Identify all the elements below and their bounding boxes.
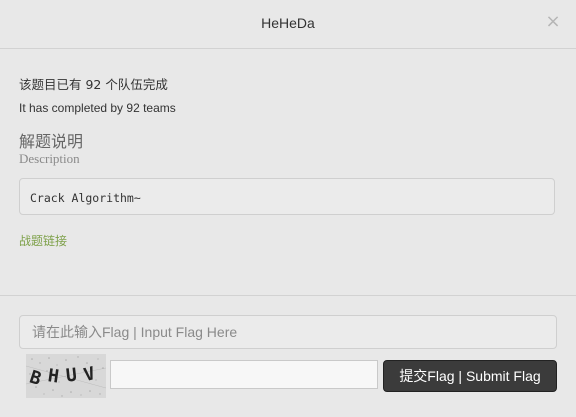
close-icon[interactable]: ×	[544, 13, 562, 31]
captcha-input[interactable]	[110, 360, 378, 389]
solved-count-en: It has completed by 92 teams	[19, 101, 176, 115]
challenge-modal: HeHeDa × 该题目已有 92 个队伍完成 It has completed…	[0, 0, 576, 417]
description-heading-cn: 解题说明	[19, 132, 84, 151]
description-body: Crack Algorithm~	[30, 191, 141, 205]
captcha-image[interactable]: B H U V	[26, 354, 106, 398]
modal-header: HeHeDa ×	[0, 0, 576, 49]
svg-text:U: U	[65, 365, 78, 387]
challenge-link[interactable]: 战题链接	[19, 232, 67, 249]
flag-input[interactable]	[19, 315, 557, 349]
solved-count-cn: 该题目已有 92 个队伍完成	[19, 77, 168, 92]
submit-flag-button[interactable]: 提交Flag | Submit Flag	[383, 360, 557, 392]
description-heading-en: Description	[19, 151, 80, 166]
modal-title: HeHeDa	[261, 15, 315, 31]
description-box: Crack Algorithm~	[19, 178, 555, 215]
divider	[0, 295, 576, 296]
